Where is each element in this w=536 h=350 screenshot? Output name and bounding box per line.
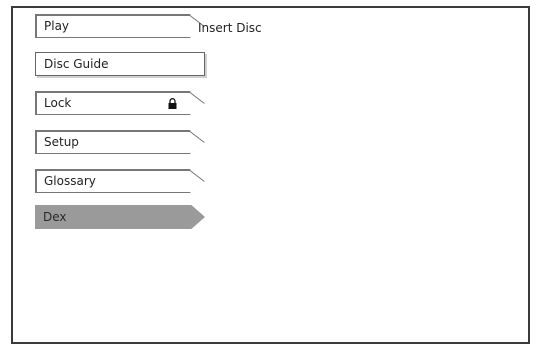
menu-item-label: Lock: [44, 96, 72, 110]
menu-item-setup[interactable]: Setup: [35, 130, 205, 154]
menu-item-label: Setup: [44, 135, 79, 149]
menu-item-label: Play: [44, 19, 70, 33]
menu-item-lock[interactable]: Lock: [35, 91, 205, 115]
dvd-menu-screen: Play Disc Guide Lock Setup Glossary Dex …: [11, 6, 530, 344]
menu-item-play[interactable]: Play: [35, 14, 205, 38]
menu-item-glossary[interactable]: Glossary: [35, 169, 205, 193]
menu-item-label: Disc Guide: [44, 57, 109, 71]
status-message: Insert Disc: [198, 21, 262, 35]
menu-item-label: Glossary: [44, 174, 96, 188]
menu-item-dex[interactable]: Dex: [35, 205, 205, 229]
menu-item-disc-guide[interactable]: Disc Guide: [35, 52, 205, 76]
menu-item-label: Dex: [43, 210, 67, 224]
lock-icon: [168, 98, 177, 109]
